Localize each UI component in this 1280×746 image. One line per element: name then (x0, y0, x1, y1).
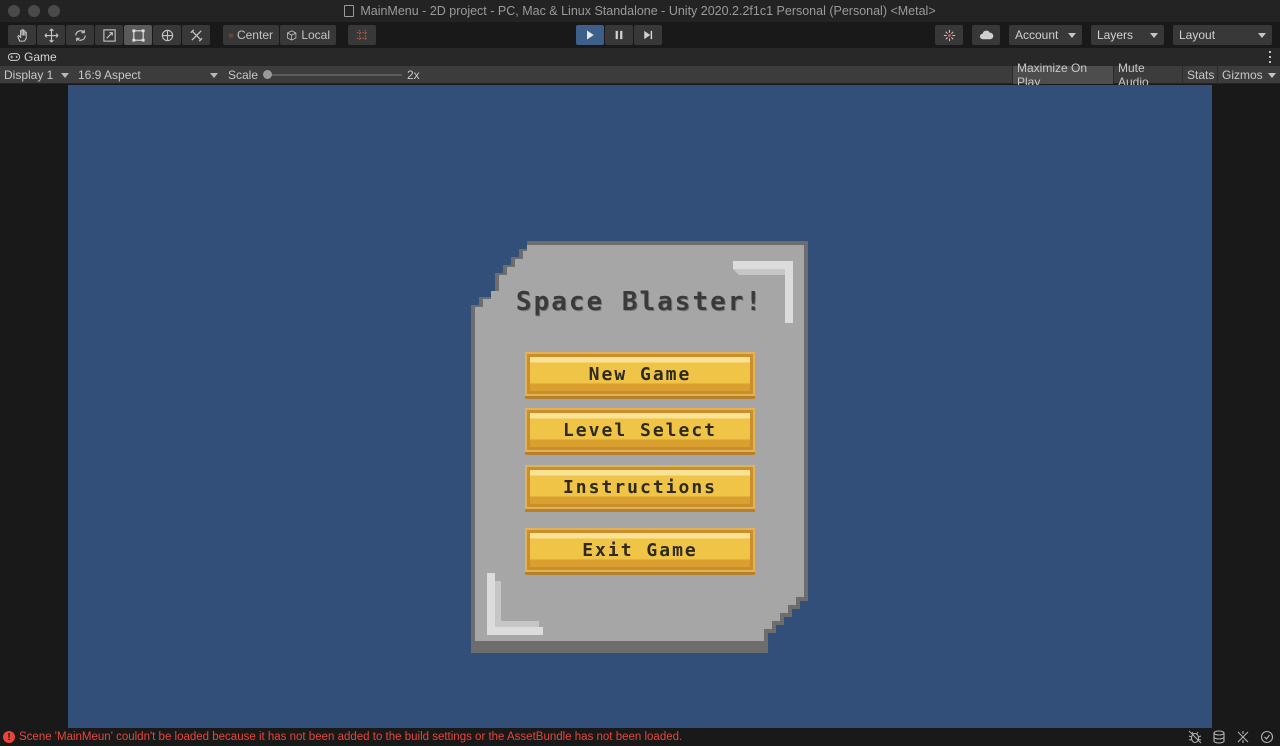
pivot-space-button[interactable]: Local (280, 25, 336, 45)
account-dropdown[interactable]: Account (1009, 25, 1082, 45)
scale-label: Scale (228, 68, 259, 82)
scale-tool-button[interactable] (95, 25, 123, 45)
chevron-down-icon (210, 72, 218, 78)
debug-mode-icon[interactable] (1188, 730, 1202, 744)
transform-icon (161, 29, 173, 41)
window-controls[interactable] (8, 5, 60, 17)
minimize-window-button[interactable] (28, 5, 40, 17)
chevron-down-icon (1150, 32, 1158, 38)
grid-snap-button[interactable] (348, 25, 376, 45)
level-select-button[interactable]: Level Select (527, 410, 753, 450)
hand-icon (16, 28, 27, 42)
tools-icon (189, 28, 203, 42)
gizmos-dropdown[interactable]: Gizmos (1217, 66, 1280, 84)
scale-icon (102, 28, 116, 42)
pause-icon (615, 30, 623, 40)
collab-sparkle-icon (943, 29, 955, 41)
scale-slider-track[interactable] (264, 74, 402, 76)
step-icon (644, 30, 653, 40)
collab-button[interactable] (935, 25, 963, 45)
move-tool-button[interactable] (37, 25, 65, 45)
new-game-button[interactable]: New Game (527, 354, 753, 394)
status-message: Scene 'MainMeun' couldn't be loaded beca… (19, 731, 683, 743)
rect-tool-button[interactable] (124, 25, 152, 45)
close-window-button[interactable] (8, 5, 20, 17)
chevron-down-icon (1268, 72, 1276, 78)
game-title: Space Blaster! (515, 287, 764, 317)
main-menu-panel: Space Blaster! New Game Level Select Ins… (471, 241, 808, 653)
window-title: MainMenu - 2D project - PC, Mac & Linux … (344, 4, 936, 18)
pause-button[interactable] (605, 25, 633, 45)
title-bar: MainMenu - 2D project - PC, Mac & Linux … (0, 0, 1280, 22)
play-icon (587, 30, 594, 40)
rotate-tool-button[interactable] (66, 25, 94, 45)
pivot-tools: Center Local (223, 25, 336, 45)
snap-tools (348, 25, 376, 45)
check-circle-icon[interactable] (1260, 730, 1274, 744)
status-icons (1188, 730, 1274, 744)
error-icon: ! (3, 731, 15, 743)
chevron-down-icon (1068, 32, 1076, 38)
pivot-center-icon (229, 33, 233, 37)
rect-transform-icon (131, 28, 145, 42)
cache-server-icon[interactable] (1212, 730, 1226, 744)
transform-tools (8, 25, 210, 45)
main-toolbar: Center Local Account Layers Layout (0, 22, 1280, 48)
aspect-dropdown[interactable]: 16:9 Aspect (74, 66, 222, 84)
hand-tool-button[interactable] (8, 25, 36, 45)
document-icon (344, 5, 355, 17)
layout-dropdown[interactable]: Layout (1173, 25, 1272, 45)
cloud-services-button[interactable] (972, 25, 1000, 45)
step-button[interactable] (634, 25, 662, 45)
layers-dropdown[interactable]: Layers (1091, 25, 1164, 45)
zoom-window-button[interactable] (48, 5, 60, 17)
rotate-icon (74, 29, 86, 41)
grid-snap-icon (356, 29, 368, 41)
game-view-controls: Display 1 16:9 Aspect Scale 2x Maximize … (0, 61, 1280, 89)
tab-options-icon[interactable] (1269, 51, 1272, 63)
gamepad-icon (8, 53, 20, 61)
transform-tool-button[interactable] (153, 25, 181, 45)
exit-game-button[interactable]: Exit Game (527, 530, 753, 570)
scale-value: 2x (407, 68, 420, 82)
stats-toggle[interactable]: Stats (1182, 66, 1217, 84)
chevron-down-icon (1258, 32, 1266, 38)
console-status-bar[interactable]: ! Scene 'MainMeun' couldn't be loaded be… (0, 728, 1280, 746)
local-cube-icon (287, 29, 297, 41)
instructions-button[interactable]: Instructions (527, 467, 753, 507)
custom-tool-button[interactable] (182, 25, 210, 45)
pivot-center-button[interactable]: Center (223, 25, 279, 45)
maximize-on-play-toggle[interactable]: Maximize On Play (1012, 61, 1113, 89)
play-button[interactable] (576, 25, 604, 45)
cloud-icon (979, 30, 993, 39)
move-arrows-icon (44, 28, 58, 42)
display-dropdown[interactable]: Display 1 (0, 66, 73, 84)
tab-game[interactable]: Game (0, 48, 65, 66)
mute-audio-toggle[interactable]: Mute Audio (1113, 61, 1182, 89)
scale-slider-handle[interactable] (263, 70, 272, 79)
playmode-controls (576, 25, 662, 45)
progress-spinner-icon[interactable] (1236, 730, 1250, 744)
chevron-down-icon (61, 72, 69, 78)
